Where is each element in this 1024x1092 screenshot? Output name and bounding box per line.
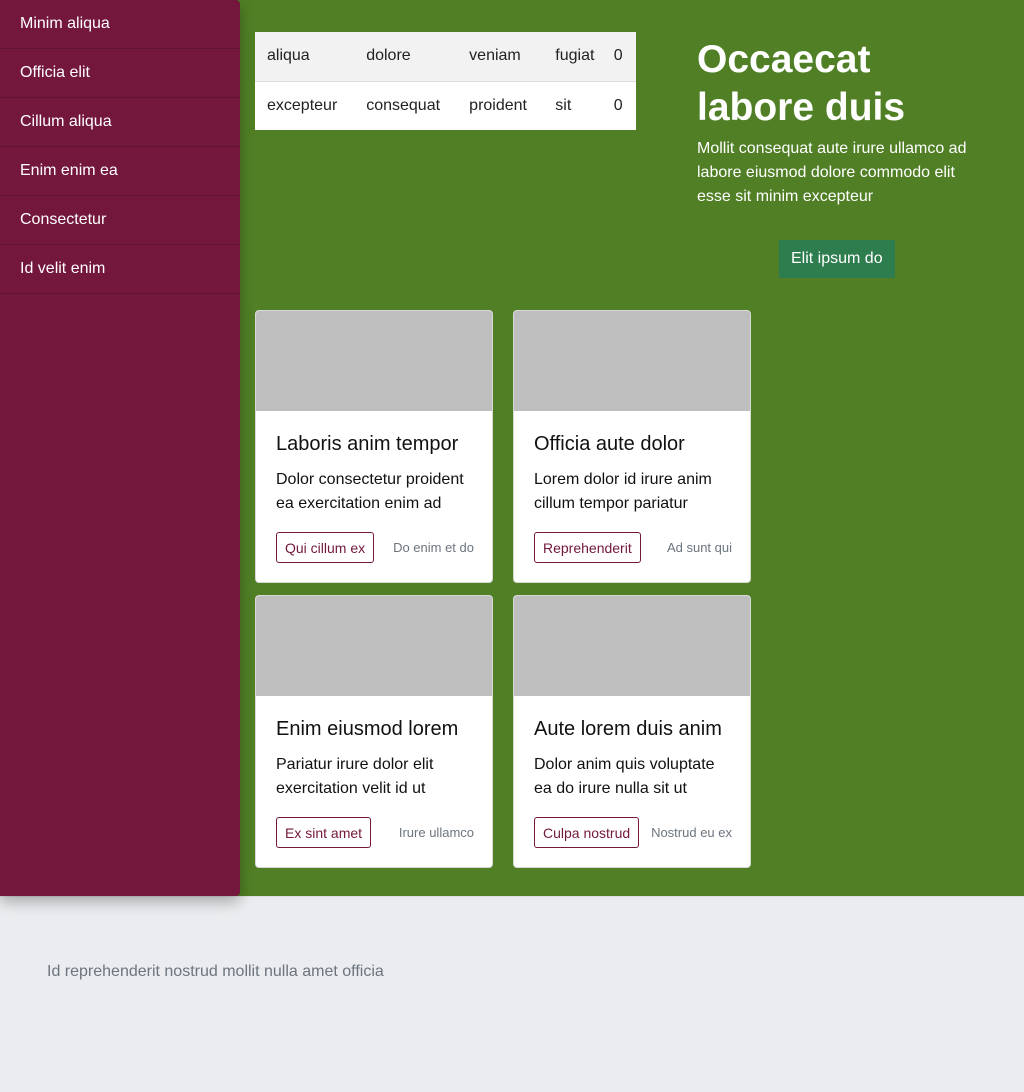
table-cell: fugiat [543,32,610,82]
card: Enim eiusmod lorem Pariatur irure dolor … [255,595,493,868]
card-footer: Culpa nostrud Nostrud eu ex [534,817,732,848]
card-link[interactable]: Do enim et do [393,540,474,555]
card-text: Lorem dolor id irure anim cillum tempor … [534,471,712,512]
table-cell: dolore [354,32,458,82]
card-text: Dolor consectetur proident ea exercitati… [276,471,464,512]
table-cell: consequat [366,96,441,114]
sidebar-item-id-velit-enim[interactable]: Id velit enim [0,245,240,294]
card-image-placeholder [514,311,750,411]
table-cell: 0 [613,96,623,114]
sidebar-item-officia-elit[interactable]: Officia elit [0,49,240,98]
sidebar-item-consectetur[interactable]: Consectetur [0,196,240,245]
sidebar-item-cillum-aliqua[interactable]: Cillum aliqua [0,98,240,147]
card-link[interactable]: Ad sunt qui [667,540,732,555]
card-footer: Reprehenderit Ad sunt qui [534,532,732,563]
card-text: Dolor anim quis voluptate ea do irure nu… [534,756,715,797]
card-image-placeholder [256,311,492,411]
card-button[interactable]: Culpa nostrud [534,817,640,848]
card-footer: Qui cillum ex Do enim et do [276,532,474,563]
footer-text: Id reprehenderit nostrud mollit nulla am… [47,963,384,980]
hero-button[interactable]: Elit ipsum do [779,240,895,278]
hero-title: Occaecat labore duis [697,38,906,129]
card-button[interactable]: Qui cillum ex [276,532,375,563]
table-cell: sit [555,96,572,114]
table-cell: proident [469,96,527,114]
card: Laboris anim tempor Dolor consectetur pr… [255,310,493,583]
table-row: excepteur consequat proident sit 0 [255,81,636,130]
card: Officia aute dolor Lorem dolor id irure … [513,310,751,583]
card-title: Aute lorem duis anim [534,718,722,740]
card-body: Officia aute dolor Lorem dolor id irure … [514,411,750,563]
card-footer: Ex sint amet Irure ullamco [276,817,474,848]
table-cell: 0 [609,32,636,82]
data-table: aliqua dolore veniam fugiat 0 excepteur … [255,32,636,130]
card-link[interactable]: Nostrud eu ex [651,825,732,840]
sidebar-item-enim-enim-ea[interactable]: Enim enim ea [0,147,240,196]
card-text: Pariatur irure dolor elit exercitation v… [276,756,434,797]
footer: Id reprehenderit nostrud mollit nulla am… [0,896,1024,1092]
card-title: Laboris anim tempor [276,433,459,455]
card: Aute lorem duis anim Dolor anim quis vol… [513,595,751,868]
table-cell: veniam [457,32,544,82]
card-title: Officia aute dolor [534,433,685,455]
card-title: Enim eiusmod lorem [276,718,459,740]
table-row: aliqua dolore veniam fugiat 0 [255,32,636,82]
card-link[interactable]: Irure ullamco [399,825,474,840]
card-body: Enim eiusmod lorem Pariatur irure dolor … [256,696,492,848]
card-body: Aute lorem duis anim Dolor anim quis vol… [514,696,750,848]
main-area: Minim aliqua Officia elit Cillum aliqua … [0,0,1024,896]
card-image-placeholder [256,596,492,696]
card-body: Laboris anim tempor Dolor consectetur pr… [256,411,492,563]
table-cell: excepteur [267,96,338,114]
card-button[interactable]: Ex sint amet [276,817,372,848]
sidebar: Minim aliqua Officia elit Cillum aliqua … [0,0,240,896]
sidebar-item-minim-aliqua[interactable]: Minim aliqua [0,0,240,49]
table-cell: aliqua [255,32,355,82]
card-button[interactable]: Reprehenderit [534,532,641,563]
hero-text: Mollit consequat aute irure ullamco ad l… [697,140,967,205]
card-image-placeholder [514,596,750,696]
